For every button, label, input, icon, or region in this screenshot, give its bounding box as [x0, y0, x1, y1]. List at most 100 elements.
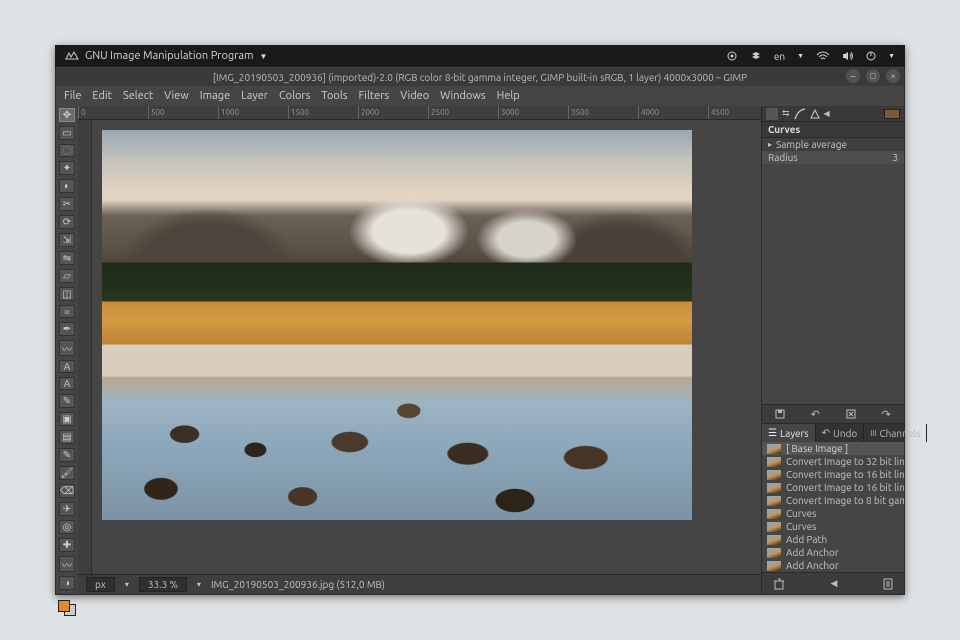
tool-airbrush[interactable]: ✈ — [59, 502, 75, 516]
history-item[interactable]: Convert Image to 32 bit linear — [762, 455, 904, 468]
tool-warp[interactable]: ≈ — [59, 305, 75, 318]
panel-menu-icon[interactable]: ◀ — [831, 578, 838, 589]
history-thumb-icon — [767, 535, 781, 545]
history-item-label: Curves — [786, 508, 816, 519]
tool-pick[interactable]: ✎ — [59, 394, 75, 408]
tray-record-icon[interactable] — [726, 50, 738, 62]
history-clear-icon[interactable] — [772, 578, 786, 590]
canvas-viewport[interactable] — [92, 120, 761, 574]
tool-erase[interactable]: ⌫ — [59, 484, 75, 498]
tab-undo[interactable]: ↶Undo — [816, 424, 865, 442]
tool-scale[interactable]: ⇲ — [59, 233, 75, 247]
tool-paths[interactable]: 〰 — [59, 340, 75, 356]
menu-image[interactable]: Image — [196, 88, 234, 104]
tray-power-icon[interactable] — [866, 51, 876, 61]
history-thumb-icon — [767, 548, 781, 558]
tool-smudge[interactable]: 〰 — [59, 556, 75, 572]
tray-lang[interactable]: en — [774, 51, 785, 62]
history-item-label: Add Anchor — [786, 560, 839, 571]
dock-arrows-icon[interactable]: ⇆ — [782, 108, 790, 119]
tray-volume-icon[interactable] — [842, 51, 854, 61]
menu-video[interactable]: Video — [396, 88, 433, 104]
history-item-label: Curves — [786, 521, 816, 532]
unit-chevron-icon[interactable]: ▾ — [125, 580, 129, 589]
canvas-image[interactable] — [102, 130, 692, 520]
menu-help[interactable]: Help — [493, 88, 524, 104]
menu-windows[interactable]: Windows — [436, 88, 490, 104]
menu-edit[interactable]: Edit — [88, 88, 116, 104]
tab-channels[interactable]: IIIChannels — [864, 424, 927, 442]
tray-dropbox-icon[interactable] — [750, 50, 762, 62]
history-item-head[interactable]: [ Base Image ] — [762, 442, 904, 455]
tool-fuzzy-select[interactable]: ✦ — [59, 161, 75, 175]
menu-filters[interactable]: Filters — [355, 88, 394, 104]
sample-average-label: Sample average — [776, 139, 847, 150]
radius-value: 3 — [892, 152, 898, 163]
tool-perspective[interactable]: ▱ — [59, 269, 75, 283]
history-item[interactable]: Curves — [762, 520, 904, 533]
history-item[interactable]: Add Path — [762, 533, 904, 546]
tool-crop[interactable]: ✂ — [59, 197, 75, 211]
tool-bucket[interactable]: ▣ — [59, 412, 75, 426]
tool-dodge[interactable]: ◑ — [59, 576, 75, 590]
app-menu-chevron-icon[interactable]: ▼ — [260, 52, 268, 61]
dock-triangle-icon[interactable] — [810, 109, 820, 119]
menu-layer[interactable]: Layer — [237, 88, 272, 104]
sample-average-row[interactable]: ▸ Sample average — [762, 138, 904, 151]
window-minimize-button[interactable]: – — [846, 69, 860, 83]
unit-selector[interactable]: px — [86, 577, 115, 592]
tool-heal[interactable]: ✚ — [59, 538, 75, 552]
tool-cage[interactable]: ◫ — [59, 287, 75, 301]
history-item[interactable]: Convert Image to 16 bit linear — [762, 481, 904, 494]
tool-rotate[interactable]: ⟳ — [59, 215, 75, 229]
panel-undo-icon[interactable]: ↶ — [807, 406, 823, 422]
tool-text2[interactable]: A — [59, 377, 75, 390]
history-thumb-icon — [767, 561, 781, 571]
status-file-info: IMG_20190503_200936.jpg (512,0 MB) — [211, 579, 385, 590]
dock-icon-1[interactable] — [766, 108, 778, 120]
panel-redo-icon[interactable]: ↷ — [878, 406, 894, 422]
tool-flip[interactable]: ⇋ — [59, 251, 75, 265]
tool-ink[interactable]: ✒ — [59, 322, 75, 336]
tool-color-select[interactable]: ◐ — [59, 179, 75, 193]
history-head: [ Base Image ] — [786, 443, 848, 454]
window-close-button[interactable]: × — [886, 69, 900, 83]
window-maximize-button[interactable]: □ — [866, 69, 880, 83]
tool-text[interactable]: A — [59, 360, 75, 373]
tool-clone[interactable]: ◎ — [59, 520, 75, 534]
history-item[interactable]: Curves — [762, 507, 904, 520]
tool-gradient[interactable]: ▤ — [59, 430, 75, 444]
menu-select[interactable]: Select — [119, 88, 157, 104]
ruler-vertical — [78, 120, 92, 574]
tool-move[interactable]: ✥ — [59, 108, 75, 122]
zoom-chevron-icon[interactable]: ▾ — [197, 580, 201, 589]
zoom-display[interactable]: 33.3 % — [139, 577, 187, 592]
panel-delete-icon[interactable] — [843, 406, 859, 422]
tab-layers[interactable]: ☰Layers — [762, 424, 816, 442]
history-thumb-icon — [767, 470, 781, 480]
panel-save-icon[interactable] — [772, 406, 788, 422]
menu-colors[interactable]: Colors — [275, 88, 314, 104]
tool-free-select[interactable]: ◌ — [59, 144, 75, 157]
dock-chevron-icon[interactable]: ◀ — [824, 109, 830, 118]
color-swatch[interactable] — [58, 600, 76, 614]
menu-view[interactable]: View — [160, 88, 193, 104]
history-item[interactable]: Convert Image to 8 bit gamma — [762, 494, 904, 507]
history-item-label: Convert Image to 16 bit linear — [786, 482, 904, 493]
dock-curves-icon[interactable] — [794, 108, 806, 120]
history-item[interactable]: Convert Image to 16 bit linear — [762, 468, 904, 481]
history-item[interactable]: Add Anchor — [762, 546, 904, 559]
tool-pencil[interactable]: ✎ — [59, 448, 75, 462]
history-item-label: Convert Image to 32 bit linear — [786, 456, 904, 467]
history-doc-icon[interactable] — [882, 578, 894, 590]
dock-preview-swatch[interactable] — [884, 109, 900, 119]
channels-icon: III — [870, 429, 876, 438]
tool-paint[interactable]: 🖌 — [59, 466, 75, 480]
tray-wifi-icon[interactable] — [816, 51, 830, 61]
history-item[interactable]: Add Anchor — [762, 559, 904, 572]
radius-row[interactable]: Radius 3 — [762, 151, 904, 164]
tool-rect-select[interactable]: ▭ — [59, 126, 75, 140]
menu-file[interactable]: File — [60, 88, 85, 104]
history-item-label: Add Path — [786, 534, 827, 545]
menu-tools[interactable]: Tools — [317, 88, 351, 104]
